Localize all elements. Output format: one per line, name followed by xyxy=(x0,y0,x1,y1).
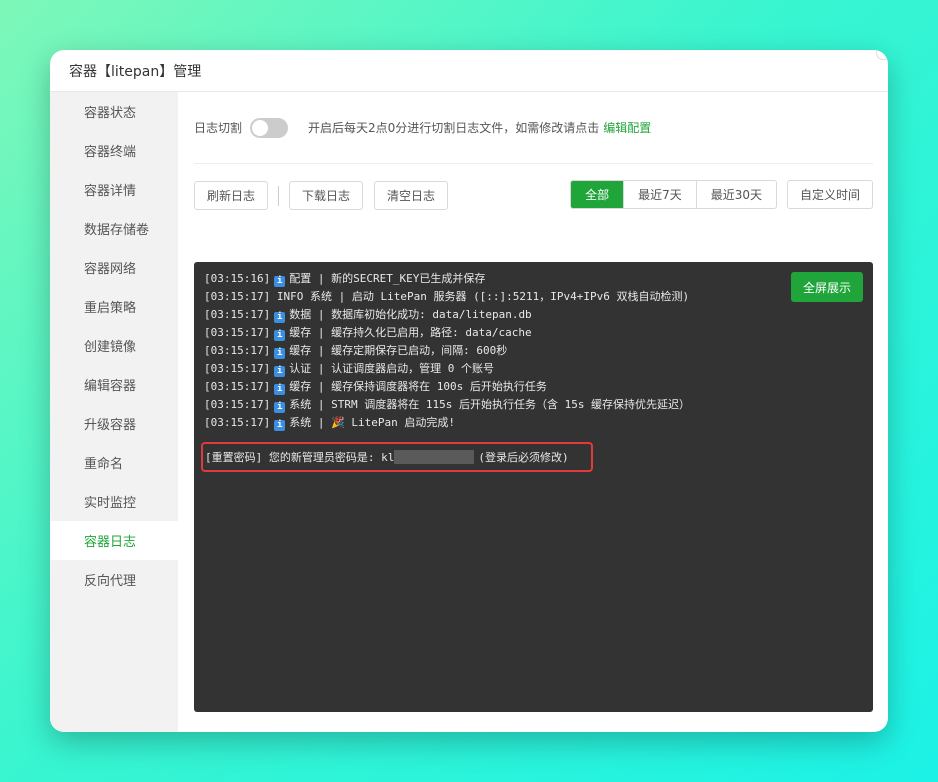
info-icon: i xyxy=(274,420,286,431)
info-icon: i xyxy=(274,348,286,359)
sidebar-item-status[interactable]: 容器状态 xyxy=(50,92,178,131)
toolbar-divider xyxy=(278,185,280,206)
info-icon: i xyxy=(274,366,286,377)
range-7-days[interactable]: 最近7天 xyxy=(623,181,696,208)
sidebar-item-rename[interactable]: 重命名 xyxy=(50,443,178,482)
log-split-toggle[interactable] xyxy=(250,117,289,138)
clear-log-button[interactable]: 清空日志 xyxy=(374,181,449,210)
toggle-knob xyxy=(252,119,269,136)
password-note: (登录后必须修改) xyxy=(478,451,569,464)
sidebar-item-monitor[interactable]: 实时监控 xyxy=(50,482,178,521)
sidebar: 容器状态 容器终端 容器详情 数据存储卷 容器网络 重启策略 创建镜像 编辑容器… xyxy=(50,92,178,732)
log-line: [03:15:17] i 认证 | 认证调度器启动，管理 0 个账号 xyxy=(204,362,494,377)
password-mask xyxy=(394,450,475,464)
log-line: [03:15:17] i 数据 | 数据库初始化成功: data/litepan.d… xyxy=(204,308,532,323)
close-icon[interactable] xyxy=(876,50,888,60)
log-content: 日志切割 开启后每天2点0分进行切割日志文件，如需修改请点击 编辑配置 刷新日志… xyxy=(194,92,873,732)
password-message: [重置密码] 您的新管理员密码是: kl xyxy=(205,451,395,464)
sidebar-item-upgrade[interactable]: 升级容器 xyxy=(50,404,178,443)
log-line: [03:15:17] i 缓存 | 缓存定期保存已启动，间隔: 600秒 xyxy=(204,344,508,359)
log-line: [03:15:17] INFO 系统 | 启动 LitePan 服务器 ([::… xyxy=(204,290,690,303)
info-icon: i xyxy=(274,312,286,323)
log-line: [03:15:17] i 缓存 | 缓存持久化已启用，路径: data/cache xyxy=(204,326,532,341)
range-all[interactable]: 全部 xyxy=(571,181,624,208)
sidebar-item-logs[interactable]: 容器日志 xyxy=(50,521,178,560)
info-icon: i xyxy=(274,384,286,395)
sidebar-item-details[interactable]: 容器详情 xyxy=(50,170,178,209)
log-split-label: 日志切割 xyxy=(194,121,243,135)
log-line: [03:15:17] i 系统 | 🎉 LitePan 启动完成! xyxy=(204,416,456,431)
sidebar-item-restart-policy[interactable]: 重启策略 xyxy=(50,287,178,326)
sidebar-item-reverse-proxy[interactable]: 反向代理 xyxy=(50,560,178,599)
refresh-log-button[interactable]: 刷新日志 xyxy=(194,181,269,210)
sidebar-item-volumes[interactable]: 数据存储卷 xyxy=(50,209,178,248)
sidebar-item-edit-container[interactable]: 编辑容器 xyxy=(50,365,178,404)
window-title: 容器【litepan】管理 xyxy=(50,50,888,92)
log-console[interactable]: 全屏展示 [03:15:16] i 配置 | 新的SECRET_KEY已生成并保存 … xyxy=(194,262,873,712)
log-line: [03:15:17] i 缓存 | 缓存保持调度器将在 100s 后开始执行任务 xyxy=(204,380,547,395)
sidebar-item-create-image[interactable]: 创建镜像 xyxy=(50,326,178,365)
custom-time-button[interactable]: 自定义时间 xyxy=(786,180,873,209)
container-manager-window: 容器【litepan】管理 容器状态 容器终端 容器详情 数据存储卷 容器网络 … xyxy=(50,50,888,732)
log-toolbar: 刷新日志 下载日志 清空日志 全部 最近7天 最近30天 自定义时间 xyxy=(194,180,873,211)
log-line: [03:15:16] i 配置 | 新的SECRET_KEY已生成并保存 xyxy=(204,272,486,287)
log-split-row: 日志切割 开启后每天2点0分进行切割日志文件，如需修改请点击 编辑配置 xyxy=(194,92,873,164)
time-range-selector: 全部 最近7天 最近30天 xyxy=(570,180,777,209)
fullscreen-button[interactable]: 全屏展示 xyxy=(790,272,863,302)
download-log-button[interactable]: 下载日志 xyxy=(289,181,364,210)
edit-config-link[interactable]: 编辑配置 xyxy=(603,119,651,136)
sidebar-item-terminal[interactable]: 容器终端 xyxy=(50,131,178,170)
info-icon: i xyxy=(274,402,286,413)
range-30-days[interactable]: 最近30天 xyxy=(695,181,776,208)
log-split-description: 开启后每天2点0分进行切割日志文件，如需修改请点击 xyxy=(308,121,600,135)
password-highlight: [重置密码] 您的新管理员密码是: kl (登录后必须修改) xyxy=(201,442,593,472)
info-icon: i xyxy=(274,276,286,287)
info-icon: i xyxy=(274,330,286,341)
sidebar-item-network[interactable]: 容器网络 xyxy=(50,248,178,287)
log-line: [03:15:17] i 系统 | STRM 调度器将在 115s 后开始执行任务（… xyxy=(204,398,691,413)
